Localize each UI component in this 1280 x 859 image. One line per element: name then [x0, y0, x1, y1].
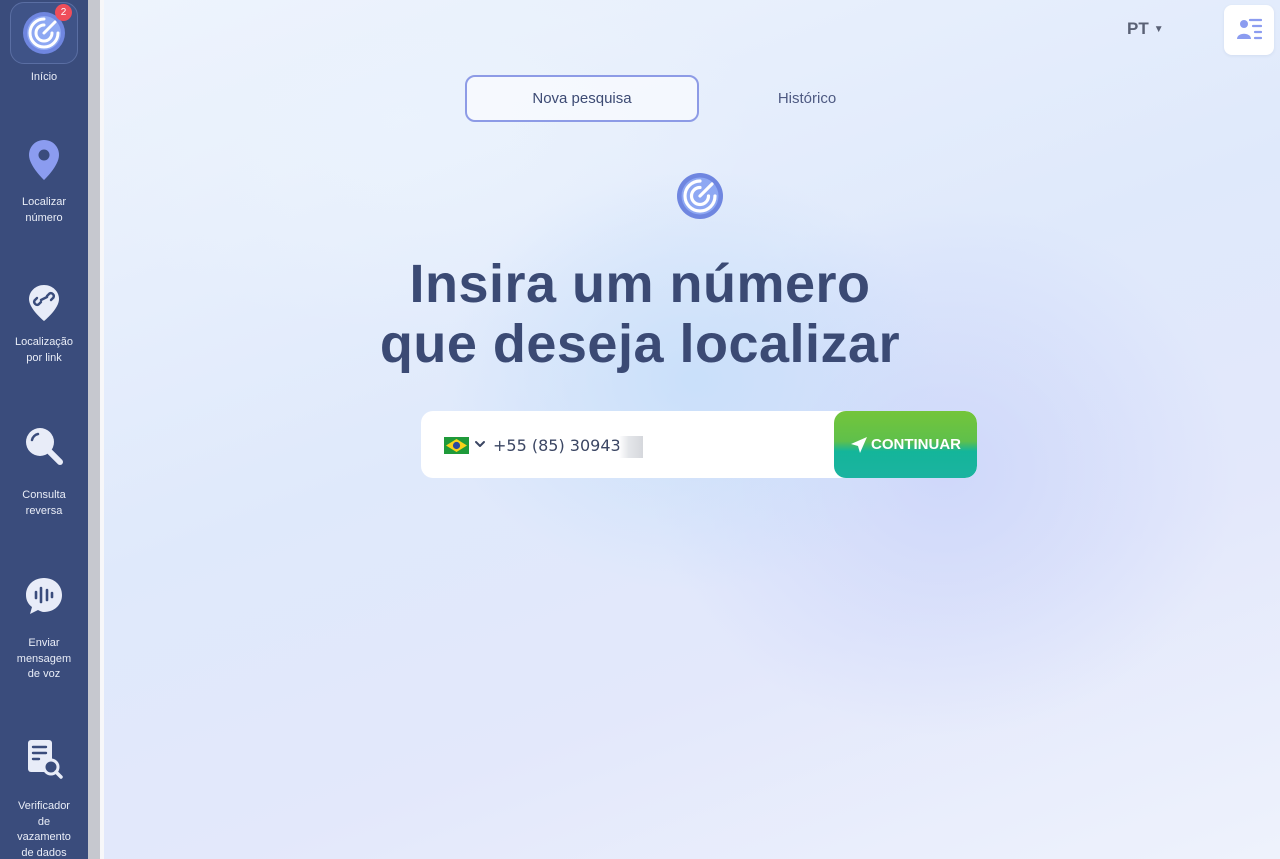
tab-history[interactable]: Histórico [690, 75, 924, 122]
language-code: PT [1127, 19, 1149, 38]
sidebar-item-label: Localizar número [21, 196, 67, 224]
sidebar-item-data-leak-checker[interactable]: Verificador de vazamento de dados [0, 738, 88, 859]
sidebar-scrollbar[interactable] [88, 0, 104, 859]
sidebar-item-locate-number[interactable]: Localizar número [0, 138, 88, 226]
redacted-digits [619, 436, 643, 458]
magnifier-icon [26, 428, 63, 465]
caret-down-icon: ▼ [1153, 24, 1164, 35]
voice-message-icon [26, 578, 62, 614]
title-line-2: que deseja localizar [379, 314, 901, 374]
user-list-icon [1237, 18, 1262, 40]
title-line-1: Insira um número [409, 254, 871, 314]
sidebar-item-reverse-lookup[interactable]: Consulta reversa [0, 425, 88, 519]
location-pin-icon [29, 140, 59, 180]
continue-button[interactable]: CONTINUAR [834, 411, 977, 478]
radar-logo-icon [677, 173, 723, 219]
document-search-icon [28, 740, 63, 779]
profile-menu-button[interactable] [1224, 5, 1274, 55]
language-selector[interactable]: PT ▼ [1127, 19, 1164, 39]
sidebar-item-label: Consulta reversa [22, 489, 66, 517]
send-arrow-icon [851, 436, 867, 453]
sidebar: 2 Início Localizar número Localização po… [0, 0, 88, 859]
page-title: Insira um número que deseja localizar [0, 254, 1280, 374]
phone-search-form: CONTINUAR [421, 411, 977, 478]
home-button[interactable]: 2 [10, 2, 78, 64]
notification-badge: 2 [55, 4, 72, 21]
app-logo [676, 172, 724, 225]
sidebar-item-home[interactable]: 2 Início [0, 2, 88, 86]
sidebar-item-label: Verificador de vazamento de dados [17, 800, 71, 859]
sidebar-item-label: Enviar mensagem de voz [16, 637, 72, 680]
brazil-flag-icon[interactable] [444, 437, 469, 454]
sidebar-item-label: Início [30, 71, 58, 83]
tab-new-search[interactable]: Nova pesquisa [465, 75, 699, 122]
continue-label: CONTINUAR [871, 436, 961, 453]
sidebar-item-voice-message[interactable]: Enviar mensagem de voz [0, 576, 88, 683]
chevron-down-icon[interactable] [474, 437, 486, 451]
